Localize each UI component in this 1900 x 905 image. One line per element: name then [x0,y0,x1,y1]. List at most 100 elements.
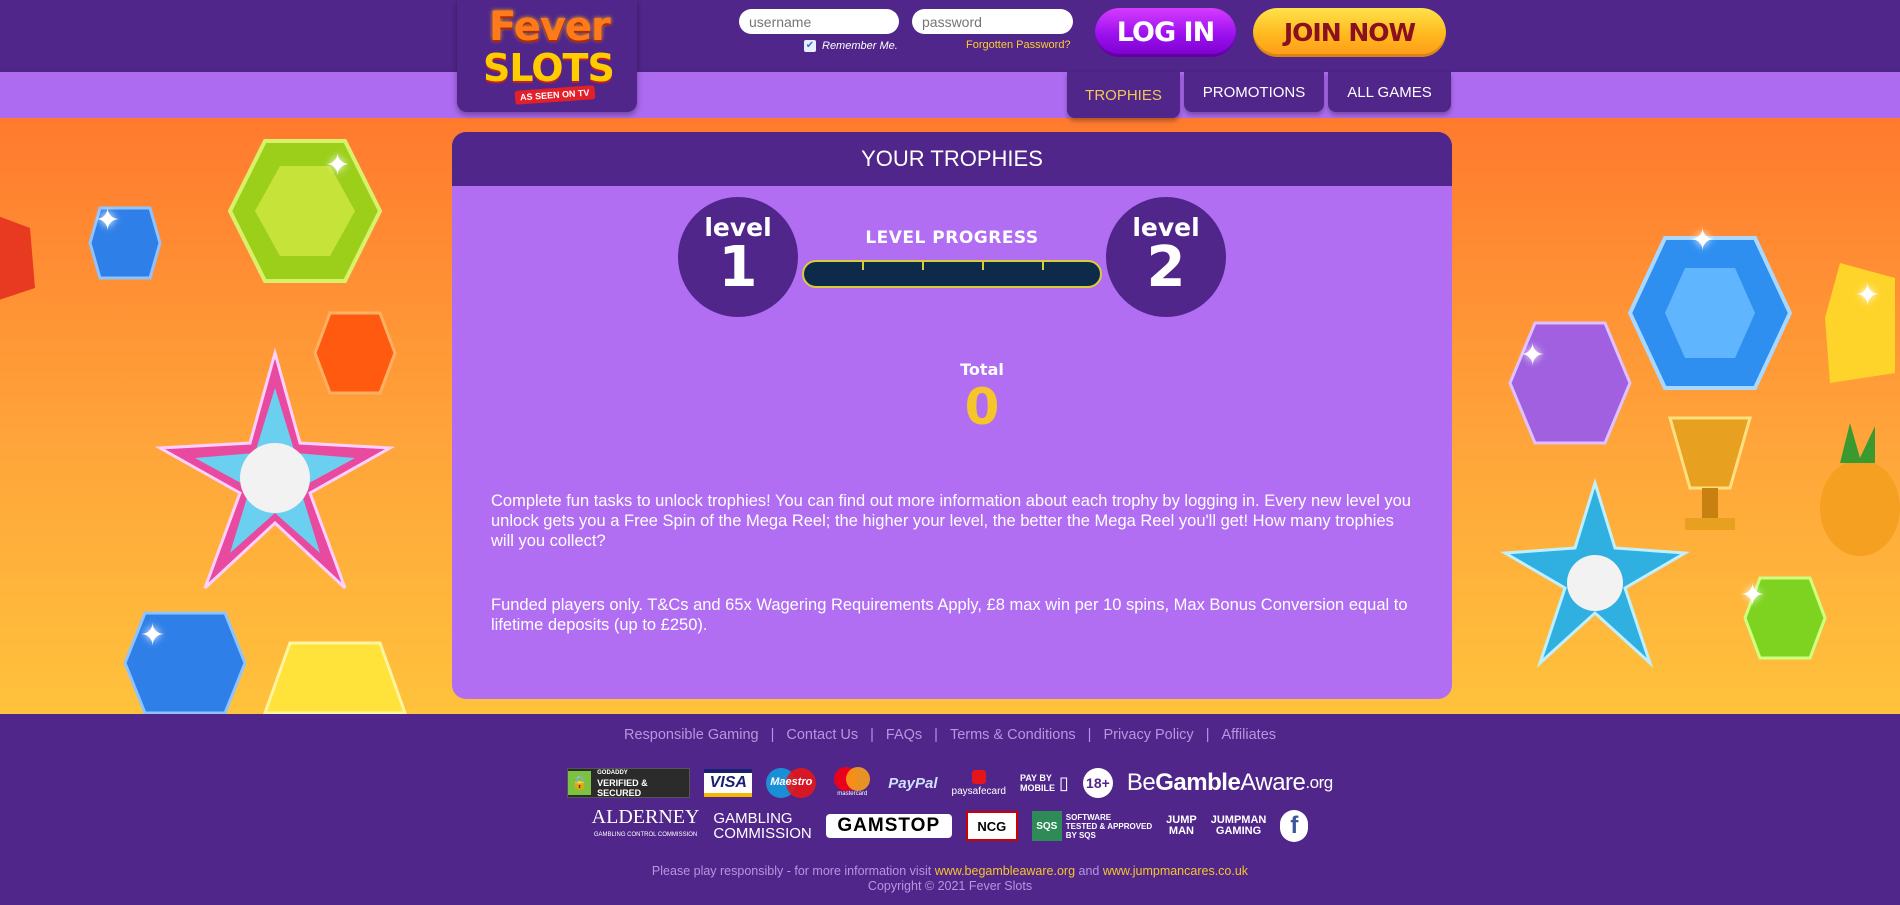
tab-promotions[interactable]: PROMOTIONS [1184,72,1324,112]
gambling-commission-label-1: GAMBLING [713,810,793,827]
facebook-icon[interactable]: f [1280,810,1309,842]
sqs-logo[interactable]: SQS SOFTWARE TESTED & APPROVED BY SQS [1031,811,1153,841]
logo-container[interactable]: Fever SLOTS AS SEEN ON TV [457,0,637,112]
begambleaware-org: .org [1305,773,1333,792]
footer-link-responsible-gaming[interactable]: Responsible Gaming [612,727,771,743]
forgotten-password-link[interactable]: Forgotten Password? [966,39,1071,51]
footer-link-contact-us[interactable]: Contact Us [774,727,870,743]
footer-link-faqs[interactable]: FAQs [874,727,934,743]
sparkle-decoration: ✦ [1855,279,1881,312]
footer: Responsible Gaming | Contact Us | FAQs |… [0,714,1900,905]
panel-title: YOUR TROPHIES [452,132,1452,186]
jumpman-gaming-logo[interactable]: JUMPMAN GAMING [1211,815,1267,837]
begambleaware-logo[interactable]: Be Gamble Aware .org [1127,769,1333,797]
mastercard-label: mastercard [837,791,868,797]
pay-by-mobile-logo: PAY BY MOBILE ▯ [1020,773,1069,793]
remember-me-label: Remember Me. [822,40,898,52]
progress-tick [922,262,924,270]
pay-by-mobile-label-1: PAY BY [1020,773,1052,783]
note-and: and [1075,864,1103,878]
jumpman-label-b: MAN [1168,825,1194,837]
mastercard-logo: mastercard [830,767,874,799]
sqs-label-1: SOFTWARE [1065,812,1112,822]
footer-link-privacy[interactable]: Privacy Policy [1091,727,1205,743]
sparkle-decoration: ✦ [95,204,121,237]
trophies-terms: Funded players only. T&Cs and 65x Wageri… [491,596,1408,634]
begambleaware-gamble: Gamble [1155,769,1241,796]
red-gem-left-decoration [0,216,35,300]
current-level-number: 1 [718,235,758,300]
pineapple-decoration [1820,423,1900,556]
logo-fever-text: Fever [489,4,611,50]
ncg-logo[interactable]: NCG [965,811,1018,841]
begambleaware-link[interactable]: www.begambleaware.org [935,864,1075,878]
regulator-badges-row: ALDERNEY GAMBLING CONTROL COMMISSION GAM… [0,806,1900,844]
current-level-badge: level 1 [678,197,798,317]
remember-me[interactable]: ✔ Remember Me. [804,40,898,52]
sqs-icon: SQS [1031,811,1062,841]
sqs-label-2: TESTED & APPROVED [1065,821,1153,831]
paypal-logo: PayPal [888,774,938,792]
nav-band [0,72,1900,118]
progress-tick [1042,262,1044,270]
green-gem-decoration [227,139,383,283]
login-button[interactable]: LOG IN [1095,8,1236,57]
username-input[interactable] [739,9,899,34]
maestro-logo: Maestro [766,768,817,798]
lock-icon: 🔒 [568,771,592,795]
paysafecard-lock-icon [971,769,986,784]
sparkle-decoration: ✦ [1690,224,1716,257]
progress-tick [862,262,864,270]
tab-all-games[interactable]: ALL GAMES [1328,72,1451,112]
sparkle-decoration: ✦ [140,619,166,652]
progress-tick [982,262,984,270]
godaddy-label-2: VERIFIED & SECURED [597,778,648,798]
paysafecard-logo: paysafecard [951,769,1006,797]
level-progress-bar [802,260,1102,288]
sparkle-decoration: ✦ [1520,339,1546,372]
gamstop-logo[interactable]: GAMSTOP [825,814,952,838]
footer-links: Responsible Gaming | Contact Us | FAQs |… [0,727,1900,743]
logo-slots-text: SLOTS [483,46,615,90]
begambleaware-aware: Aware [1240,769,1306,796]
fever-slots-logo[interactable]: Fever SLOTS AS SEEN ON TV [481,4,615,105]
next-level-number: 2 [1146,235,1186,300]
pay-by-mobile-label-2: MOBILE [1020,783,1055,793]
yellow-gem-bottom-decoration [263,641,407,714]
gambling-commission-logo[interactable]: GAMBLING COMMISSION [713,811,811,841]
alderney-label: ALDERNEY [591,806,700,828]
mobile-phone-icon: ▯ [1059,773,1069,793]
visa-logo: VISA [704,769,753,797]
jumpmancares-link[interactable]: www.jumpmancares.co.uk [1103,864,1248,878]
paysafecard-label: paysafecard [951,785,1006,797]
trophies-panel: YOUR TROPHIES level 1 LEVEL PROGRESS lev… [452,132,1452,699]
payment-badges-row: 🔒 GODADDY VERIFIED & SECURED VISA Maestr… [0,767,1900,799]
sparkle-decoration: ✦ [1740,579,1766,612]
jumpman-logo[interactable]: JUMP MAN [1166,815,1197,837]
star-gem-decoration [154,348,396,590]
responsible-play-note: Please play responsibly - for more infor… [0,864,1900,878]
begambleaware-be: Be [1126,769,1156,796]
alderney-logo[interactable]: ALDERNEY GAMBLING CONTROL COMMISSION [591,806,700,844]
sparkle-decoration: ✦ [325,149,351,182]
total-label: Total [960,360,1004,379]
tab-trophies[interactable]: TROPHIES [1067,72,1180,118]
age-18-badge: 18+ [1082,768,1113,798]
godaddy-badge[interactable]: 🔒 GODADDY VERIFIED & SECURED [567,768,691,798]
remember-me-checkbox[interactable]: ✔ [804,40,816,52]
jumpman-gaming-label-2: GAMING [1215,825,1262,837]
sqs-label-3: BY SQS [1065,830,1096,840]
godaddy-label-1: GODADDY [597,770,628,776]
footer-link-terms[interactable]: Terms & Conditions [938,727,1088,743]
password-input[interactable] [912,9,1073,34]
trophies-description: Complete fun tasks to unlock trophies! Y… [491,492,1411,550]
gambling-commission-label-2: COMMISSION [713,825,812,842]
join-now-button[interactable]: JOIN NOW [1253,8,1446,57]
copyright: Copyright © 2021 Fever Slots [867,879,1033,893]
note-prefix: Please play responsibly - for more infor… [651,864,935,878]
gold-trophy-decoration [1668,416,1752,530]
level-progress-label: LEVEL PROGRESS [865,228,1039,248]
maestro-label: Maestro [770,776,813,788]
total-value: 0 [964,378,1000,436]
footer-link-affiliates[interactable]: Affiliates [1209,727,1288,743]
